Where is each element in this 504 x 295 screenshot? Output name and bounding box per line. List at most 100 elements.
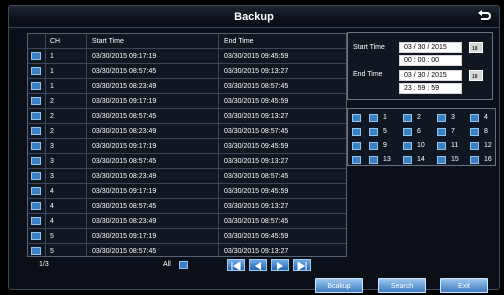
channel-checkbox-15[interactable]: 15 [437, 154, 473, 166]
checkbox[interactable] [31, 187, 41, 195]
row-checkbox-cell[interactable] [28, 154, 45, 169]
row-checkbox-cell[interactable] [28, 244, 45, 256]
calendar-icon[interactable]: 18 [469, 70, 483, 81]
channel-checkbox-6[interactable]: 6 [403, 126, 439, 138]
row-checkbox-cell[interactable] [28, 49, 45, 64]
row-checkbox-cell[interactable] [28, 94, 45, 109]
end-time-cell: 03/30/2015 08:57:45 [224, 218, 289, 225]
checkbox[interactable] [470, 156, 479, 164]
checkbox[interactable] [437, 114, 446, 122]
row-checkbox-cell[interactable] [28, 109, 45, 124]
checkbox[interactable] [31, 217, 41, 225]
table-row[interactable]: 2 03/30/2015 08:23:49 03/30/2015 08:57:45 [28, 124, 346, 139]
row-select-all-checkbox[interactable] [352, 156, 361, 164]
checkbox[interactable] [31, 157, 41, 165]
backup-button[interactable]: Bcakup [315, 278, 363, 293]
checkbox[interactable] [369, 142, 378, 150]
row-select-all-checkbox[interactable] [352, 142, 361, 150]
checkbox[interactable] [403, 156, 412, 164]
table-row[interactable]: 1 03/30/2015 08:23:49 03/30/2015 08:57:45 [28, 79, 346, 94]
checkbox[interactable] [403, 142, 412, 150]
checkbox[interactable] [31, 247, 41, 255]
channel-checkbox-3[interactable]: 3 [437, 112, 473, 124]
checkbox[interactable] [470, 142, 479, 150]
table-row[interactable]: 2 03/30/2015 09:17:19 03/30/2015 09:45:59 [28, 94, 346, 109]
next-page-button[interactable] [271, 259, 289, 271]
first-page-button[interactable] [227, 259, 245, 271]
channel-checkbox-13[interactable]: 13 [369, 154, 405, 166]
row-checkbox-cell[interactable] [28, 169, 45, 184]
channel-checkbox-16[interactable]: 16 [470, 154, 504, 166]
channel-checkbox-2[interactable]: 2 [403, 112, 439, 124]
checkbox[interactable] [369, 114, 378, 122]
row-select-all-checkbox[interactable] [352, 128, 361, 136]
channel-checkbox-10[interactable]: 10 [403, 140, 439, 152]
checkbox[interactable] [31, 232, 41, 240]
table-row[interactable]: 4 03/30/2015 09:17:19 03/30/2015 09:45:59 [28, 184, 346, 199]
column-header-end-time: End Time [224, 38, 254, 45]
row-checkbox-cell[interactable] [28, 124, 45, 139]
start-time-cell: 03/30/2015 08:23:49 [92, 218, 157, 225]
checkbox[interactable] [31, 52, 41, 60]
calendar-icon[interactable]: 18 [469, 42, 483, 53]
channel-checkbox-4[interactable]: 4 [470, 112, 504, 124]
row-checkbox-cell[interactable] [28, 214, 45, 229]
end-time-cell: 03/30/2015 09:45:59 [224, 188, 289, 195]
checkbox[interactable] [470, 114, 479, 122]
end-time-input[interactable]: 23 : 59 : 59 [399, 83, 462, 94]
pagination-bar: 1/3 All [27, 257, 347, 273]
channel-checkbox-12[interactable]: 12 [470, 140, 504, 152]
checkbox[interactable] [369, 156, 378, 164]
checkbox[interactable] [31, 127, 41, 135]
checkbox[interactable] [31, 82, 41, 90]
start-date-input[interactable]: 03 / 30 / 2015 [399, 42, 462, 53]
channel-checkbox-7[interactable]: 7 [437, 126, 473, 138]
checkbox[interactable] [31, 112, 41, 120]
channel-checkbox-1[interactable]: 1 [369, 112, 405, 124]
checkbox[interactable] [31, 142, 41, 150]
row-checkbox-cell[interactable] [28, 64, 45, 79]
checkbox[interactable] [470, 128, 479, 136]
table-row[interactable]: 4 03/30/2015 08:23:49 03/30/2015 08:57:45 [28, 214, 346, 229]
table-row[interactable]: 5 03/30/2015 09:17:19 03/30/2015 09:45:59 [28, 229, 346, 244]
previous-page-button[interactable] [249, 259, 267, 271]
select-all-checkbox[interactable] [179, 261, 188, 269]
channel-checkbox-9[interactable]: 9 [369, 140, 405, 152]
checkbox[interactable] [31, 202, 41, 210]
checkbox[interactable] [403, 128, 412, 136]
start-time-cell: 03/30/2015 08:57:45 [92, 248, 157, 255]
search-button[interactable]: Search [378, 278, 426, 293]
row-select-all-checkbox[interactable] [352, 114, 361, 122]
checkbox[interactable] [31, 172, 41, 180]
table-row[interactable]: 1 03/30/2015 08:57:45 03/30/2015 09:13:27 [28, 64, 346, 79]
channel-checkbox-14[interactable]: 14 [403, 154, 439, 166]
checkbox[interactable] [31, 67, 41, 75]
checkbox[interactable] [403, 114, 412, 122]
table-row[interactable]: 3 03/30/2015 08:23:49 03/30/2015 08:57:45 [28, 169, 346, 184]
exit-button[interactable]: Exit [440, 278, 488, 293]
channel-checkbox-5[interactable]: 5 [369, 126, 405, 138]
row-checkbox-cell[interactable] [28, 79, 45, 94]
checkbox[interactable] [369, 128, 378, 136]
table-row[interactable]: 3 03/30/2015 09:17:19 03/30/2015 09:45:59 [28, 139, 346, 154]
checkbox[interactable] [437, 142, 446, 150]
checkbox[interactable] [437, 156, 446, 164]
end-date-input[interactable]: 03 / 30 / 2015 [399, 70, 462, 81]
row-checkbox-cell[interactable] [28, 199, 45, 214]
start-time-input[interactable]: 00 : 00 : 00 [399, 55, 462, 66]
row-checkbox-cell[interactable] [28, 229, 45, 244]
back-icon[interactable] [477, 9, 491, 23]
channel-checkbox-8[interactable]: 8 [470, 126, 504, 138]
checkbox[interactable] [437, 128, 446, 136]
row-checkbox-cell[interactable] [28, 184, 45, 199]
table-row[interactable]: 5 03/30/2015 08:57:45 03/30/2015 09:13:27 [28, 244, 346, 256]
last-page-button[interactable] [293, 259, 311, 271]
row-checkbox-cell[interactable] [28, 139, 45, 154]
table-row[interactable]: 4 03/30/2015 08:57:45 03/30/2015 09:13:27 [28, 199, 346, 214]
table-row[interactable]: 1 03/30/2015 09:17:19 03/30/2015 09:45:59 [28, 49, 346, 64]
table-row[interactable]: 3 03/30/2015 08:57:45 03/30/2015 09:13:27 [28, 154, 346, 169]
checkbox[interactable] [31, 97, 41, 105]
table-row[interactable]: 2 03/30/2015 08:57:45 03/30/2015 09:13:27 [28, 109, 346, 124]
end-time-cell: 03/30/2015 09:45:59 [224, 143, 289, 150]
channel-checkbox-11[interactable]: 11 [437, 140, 473, 152]
